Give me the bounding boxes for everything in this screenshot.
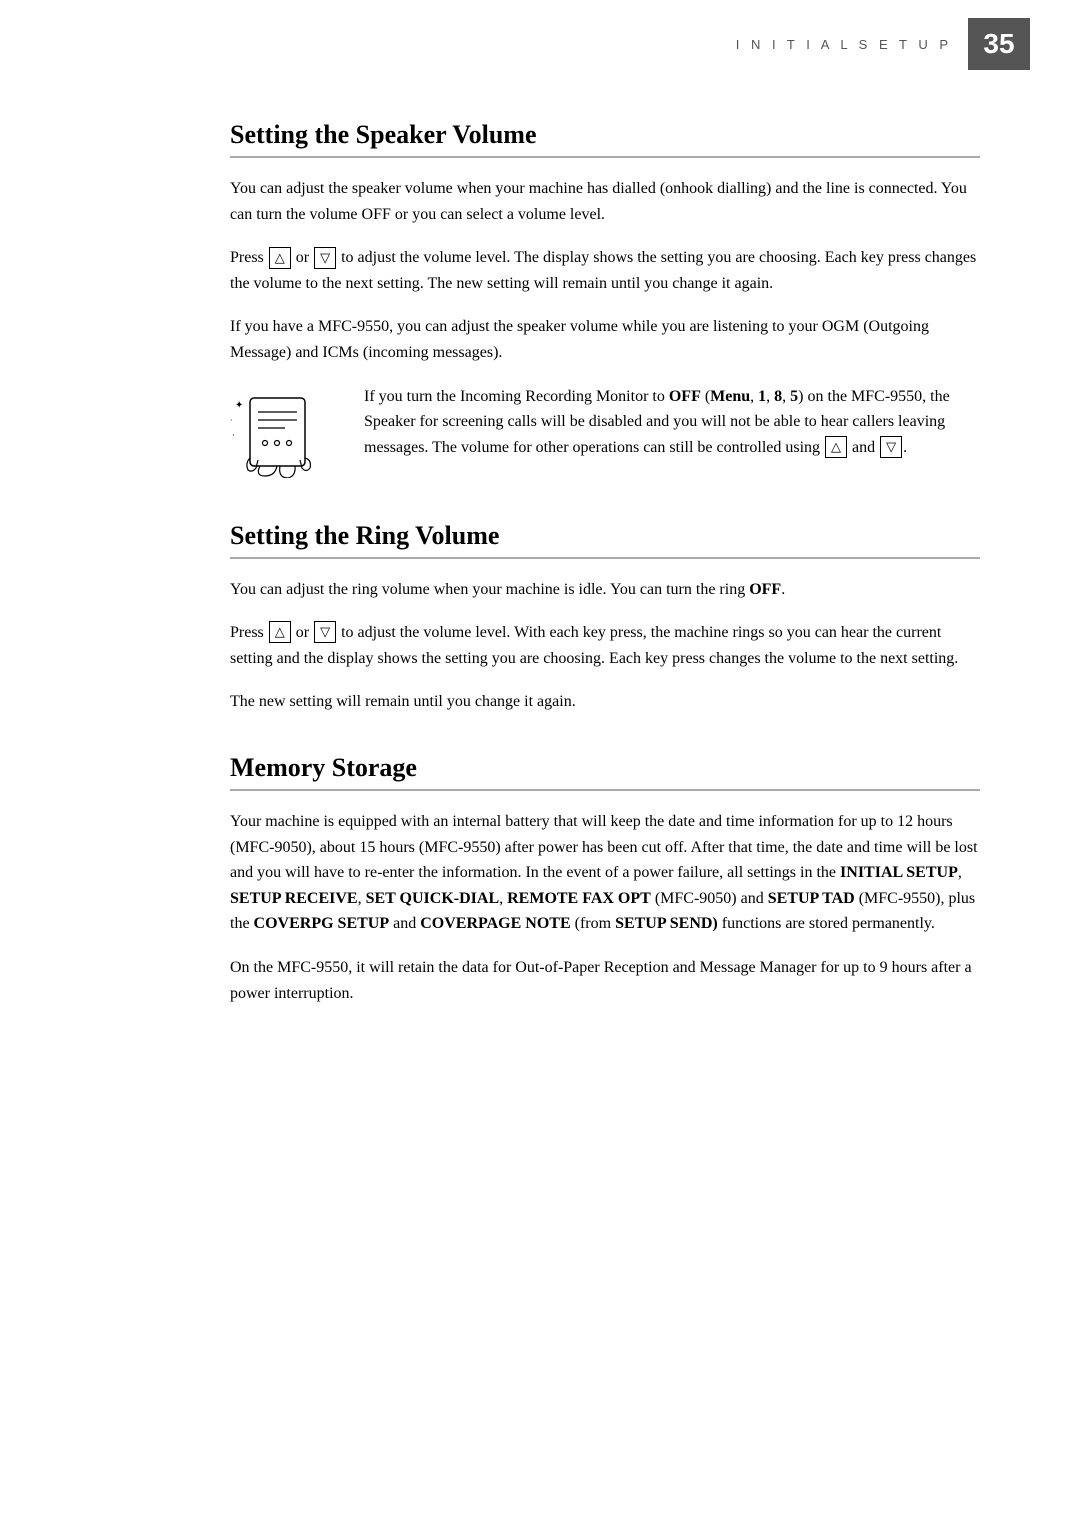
ring-volume-section: Setting the Ring Volume You can adjust t… <box>230 521 980 715</box>
svg-text:✦: ✦ <box>235 400 243 411</box>
page-container: I N I T I A L S E T U P 35 Setting the S… <box>0 0 1080 1526</box>
memory-para1: Your machine is equipped with an interna… <box>230 809 980 937</box>
svg-text:·: · <box>232 430 235 440</box>
up-arrow-icon3: △ <box>269 621 291 643</box>
down-arrow-icon3: ▽ <box>314 621 336 643</box>
ring-para3: The new setting will remain until you ch… <box>230 689 980 715</box>
content-area: Setting the Speaker Volume You can adjus… <box>230 120 980 1006</box>
speaker-volume-divider <box>230 156 980 158</box>
down-arrow-icon2: ▽ <box>880 436 902 458</box>
memory-storage-section: Memory Storage Your machine is equipped … <box>230 753 980 1006</box>
speaker-para4: If you turn the Incoming Recording Monit… <box>364 384 980 461</box>
memory-para2: On the MFC-9550, it will retain the data… <box>230 955 980 1006</box>
header-bar: I N I T I A L S E T U P 35 <box>50 0 1030 80</box>
speaker-volume-section: Setting the Speaker Volume You can adjus… <box>230 120 980 483</box>
side-image-section: ✦ · · If you turn the Incoming Recording… <box>230 384 980 483</box>
header-label: I N I T I A L S E T U P <box>736 37 952 52</box>
memory-storage-divider <box>230 789 980 791</box>
down-arrow-icon: ▽ <box>314 247 336 269</box>
page-number: 35 <box>968 18 1030 70</box>
svg-text:·: · <box>230 416 233 425</box>
ring-volume-divider <box>230 557 980 559</box>
speaker-para2: Press △ or ▽ to adjust the volume level.… <box>230 245 980 296</box>
speaker-para3: If you have a MFC-9550, you can adjust t… <box>230 314 980 365</box>
phone-sketch-icon: ✦ · · <box>230 388 340 478</box>
up-arrow-icon2: △ <box>825 436 847 458</box>
ring-para1: You can adjust the ring volume when your… <box>230 577 980 603</box>
decorative-image: ✦ · · <box>230 388 340 483</box>
ring-para2: Press △ or ▽ to adjust the volume level.… <box>230 620 980 671</box>
up-arrow-icon: △ <box>269 247 291 269</box>
speaker-volume-heading: Setting the Speaker Volume <box>230 120 980 150</box>
speaker-para1: You can adjust the speaker volume when y… <box>230 176 980 227</box>
speaker-para4-content: If you turn the Incoming Recording Monit… <box>364 384 980 479</box>
ring-volume-heading: Setting the Ring Volume <box>230 521 980 551</box>
memory-storage-heading: Memory Storage <box>230 753 980 783</box>
